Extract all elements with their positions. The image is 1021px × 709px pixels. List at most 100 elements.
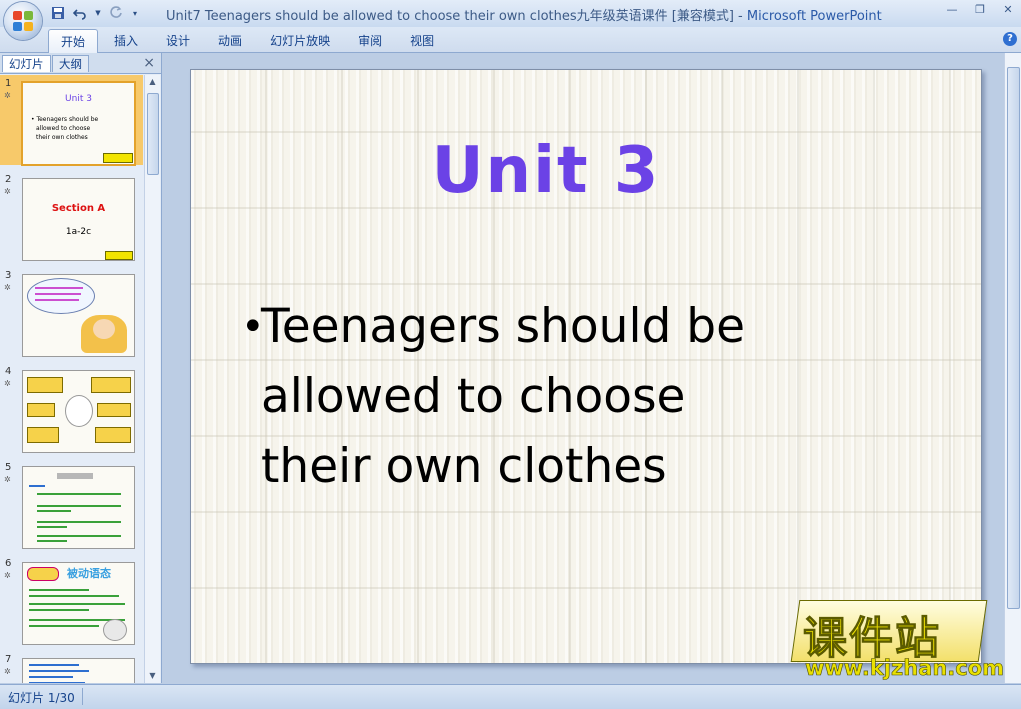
watermark-url-text: www.kjzhan.com bbox=[805, 656, 1005, 681]
tab-review[interactable]: 审阅 bbox=[346, 29, 394, 54]
note-box bbox=[27, 377, 63, 393]
slide-thumbnail-3[interactable]: 3 ✲ bbox=[0, 267, 143, 357]
thumbnail-watermark bbox=[105, 251, 133, 260]
scroll-thumb[interactable] bbox=[147, 93, 159, 175]
thumbnail-title: Unit 3 bbox=[65, 94, 92, 104]
text-line bbox=[37, 521, 121, 523]
thumbnail-scrollbar[interactable]: ▲ ▼ bbox=[144, 75, 160, 683]
close-panel-icon[interactable]: × bbox=[143, 55, 155, 71]
slide-thumbnail-2[interactable]: 2 ✲ Section A 1a-2c bbox=[0, 171, 143, 261]
text-line bbox=[29, 682, 85, 683]
tab-slides[interactable]: 幻灯片 bbox=[2, 55, 51, 72]
text-line bbox=[29, 609, 89, 611]
body-line-3: their own clothes bbox=[261, 439, 667, 494]
slide-thumbnail-4[interactable]: 4 ✲ bbox=[0, 363, 143, 453]
text-line bbox=[35, 287, 83, 289]
thumbnail-line: allowed to choose bbox=[36, 125, 91, 132]
text-line bbox=[37, 505, 121, 507]
animation-star-icon: ✲ bbox=[4, 475, 11, 484]
slide-title[interactable]: Unit 3 bbox=[191, 134, 901, 208]
text-line bbox=[37, 526, 67, 528]
ribbon: 开始 插入 设计 动画 幻灯片放映 审阅 视图 ? bbox=[0, 27, 1021, 54]
text-line bbox=[29, 625, 99, 627]
workspace-scrollbar[interactable] bbox=[1004, 53, 1021, 683]
cartoon-face bbox=[93, 319, 115, 339]
body-line-1: Teenagers should be bbox=[261, 299, 746, 354]
text-line bbox=[29, 664, 79, 666]
status-divider bbox=[82, 688, 83, 705]
note-box bbox=[27, 403, 55, 417]
slide-thumbnail-1[interactable]: 1 ✲ Unit 3 • Teenagers should be allowed… bbox=[0, 75, 143, 166]
text-line bbox=[35, 299, 79, 301]
slide-canvas[interactable]: Unit 3 • Teenagers should be allowed to … bbox=[190, 69, 1004, 680]
thumbnail-preview bbox=[22, 370, 135, 453]
text-line bbox=[37, 540, 67, 542]
animation-star-icon: ✲ bbox=[4, 667, 11, 676]
slide-number: 2 bbox=[5, 174, 12, 185]
slide-number: 4 bbox=[5, 366, 12, 377]
slide-count-status: 幻灯片 1/30 bbox=[8, 691, 75, 705]
scroll-down-arrow-icon[interactable]: ▼ bbox=[145, 669, 160, 683]
slide-thumbnail-5[interactable]: 5 ✲ bbox=[0, 459, 143, 549]
slide-thumbnail-7[interactable]: 7 ✲ bbox=[0, 651, 143, 683]
heading-bar bbox=[57, 473, 93, 479]
save-icon[interactable] bbox=[50, 5, 66, 21]
document-title: Unit7 Teenagers should be allowed to cho… bbox=[166, 9, 734, 24]
tab-insert[interactable]: 插入 bbox=[102, 29, 150, 54]
thumbnail-title: Section A bbox=[51, 203, 106, 214]
text-line bbox=[29, 485, 45, 487]
minimize-icon[interactable]: — bbox=[945, 3, 959, 17]
quick-access-toolbar: ▼ ▾ bbox=[50, 4, 140, 22]
tab-outline[interactable]: 大纲 bbox=[52, 55, 89, 72]
close-window-icon[interactable]: ✕ bbox=[1001, 3, 1015, 17]
panel-tab-strip: 幻灯片 大纲 × bbox=[0, 53, 161, 74]
body-line-2: allowed to choose bbox=[261, 369, 686, 424]
slide-number: 6 bbox=[5, 558, 12, 569]
workspace-scroll-thumb[interactable] bbox=[1007, 67, 1020, 609]
text-line bbox=[29, 589, 89, 591]
slides-panel: 幻灯片 大纲 × 1 ✲ Unit 3 • Teenagers should b… bbox=[0, 53, 162, 683]
bullet-point: • bbox=[241, 304, 265, 350]
text-line bbox=[37, 535, 121, 537]
undo-dropdown-icon[interactable]: ▼ bbox=[94, 5, 102, 21]
thumbnail-list: 1 ✲ Unit 3 • Teenagers should be allowed… bbox=[0, 75, 143, 683]
tab-animations[interactable]: 动画 bbox=[206, 29, 254, 54]
thumbnail-preview: Section A 1a-2c bbox=[22, 178, 135, 261]
scroll-up-arrow-icon[interactable]: ▲ bbox=[145, 75, 160, 89]
slide-workspace: Unit 3 • Teenagers should be allowed to … bbox=[162, 53, 1004, 683]
note-box bbox=[91, 377, 131, 393]
text-line bbox=[29, 603, 125, 605]
text-line bbox=[29, 676, 73, 678]
customize-toolbar-icon[interactable]: ▾ bbox=[130, 5, 140, 21]
thumbnail-preview bbox=[22, 658, 135, 683]
slide-number: 7 bbox=[5, 654, 12, 665]
application-name: Microsoft PowerPoint bbox=[746, 9, 882, 24]
title-bar: ▼ ▾ Unit7 Teenagers should be allowed to… bbox=[0, 0, 1021, 40]
tab-slide-show[interactable]: 幻灯片放映 bbox=[258, 29, 342, 54]
ribbon-tabs: 开始 插入 设计 动画 幻灯片放映 审阅 视图 bbox=[48, 29, 450, 54]
slide-thumbnail-6[interactable]: 6 ✲ 被动语态 bbox=[0, 555, 143, 645]
text-line bbox=[35, 293, 81, 295]
note-box bbox=[95, 427, 131, 443]
cartoon-girl-image bbox=[65, 395, 93, 427]
restore-icon[interactable]: ❐ bbox=[973, 3, 987, 17]
text-line bbox=[37, 493, 121, 495]
slide-body-text[interactable]: • Teenagers should be allowed to choose … bbox=[241, 292, 881, 502]
tab-home[interactable]: 开始 bbox=[48, 29, 99, 54]
office-button[interactable] bbox=[4, 2, 42, 40]
cartoon-image bbox=[103, 619, 127, 641]
title-separator: - bbox=[733, 9, 747, 24]
window-title: Unit7 Teenagers should be allowed to cho… bbox=[166, 5, 882, 24]
undo-icon[interactable] bbox=[72, 5, 88, 21]
note-box bbox=[97, 403, 131, 417]
help-icon[interactable]: ? bbox=[1003, 32, 1017, 46]
text-line bbox=[29, 595, 119, 597]
redo-icon[interactable] bbox=[108, 5, 124, 21]
tab-design[interactable]: 设计 bbox=[154, 29, 202, 54]
thumbnail-title: 被动语态 bbox=[67, 567, 111, 580]
note-box bbox=[27, 427, 59, 443]
animation-star-icon: ✲ bbox=[4, 571, 11, 580]
tab-view[interactable]: 视图 bbox=[398, 29, 446, 54]
thumbnail-line: • Teenagers should be bbox=[31, 116, 99, 123]
thumbnail-preview bbox=[22, 274, 135, 357]
